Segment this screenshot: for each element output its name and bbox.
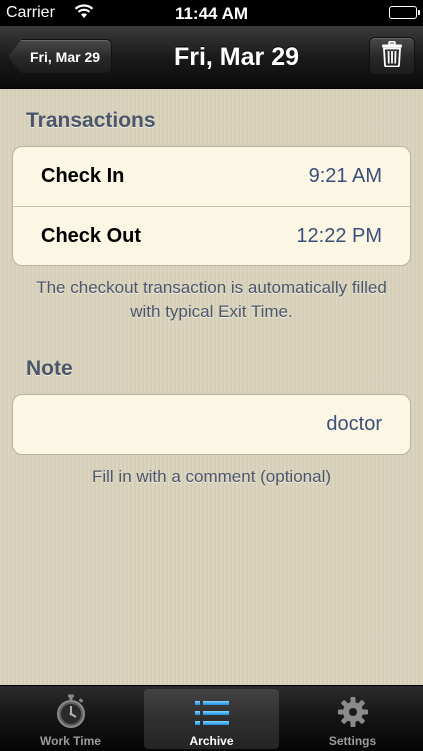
gear-icon xyxy=(337,696,369,731)
check-out-row[interactable]: Check Out 12:22 PM xyxy=(13,206,410,265)
list-icon xyxy=(194,698,230,731)
check-out-time: 12:22 PM xyxy=(296,225,382,248)
check-in-time: 9:21 AM xyxy=(309,165,382,188)
check-in-row[interactable]: Check In 9:21 AM xyxy=(13,147,410,206)
trash-icon xyxy=(381,41,403,72)
note-footer: Fill in with a comment (optional) xyxy=(20,465,403,489)
transactions-footer: The checkout transaction is automaticall… xyxy=(20,276,403,324)
status-time: 11:44 AM xyxy=(0,4,423,24)
status-bar: Carrier 11:44 AM xyxy=(0,0,423,26)
transactions-group: Check In 9:21 AM Check Out 12:22 PM xyxy=(12,146,411,266)
note-value: doctor xyxy=(326,413,382,436)
check-in-label: Check In xyxy=(41,165,124,188)
tab-work-time-label: Work Time xyxy=(40,734,101,748)
tab-bar: Work Time Archive xyxy=(0,685,423,751)
note-header: Note xyxy=(26,357,73,381)
detail-content: Transactions Check In 9:21 AM Check Out … xyxy=(0,89,423,685)
page-title: Fri, Mar 29 xyxy=(130,26,343,88)
tab-archive[interactable]: Archive xyxy=(141,686,282,751)
tab-settings[interactable]: Settings xyxy=(282,686,423,751)
check-out-label: Check Out xyxy=(41,225,141,248)
note-field[interactable]: doctor xyxy=(13,395,410,454)
tab-work-time[interactable]: Work Time xyxy=(0,686,141,751)
tab-settings-label: Settings xyxy=(329,734,376,748)
tab-archive-label: Archive xyxy=(189,734,233,748)
stopwatch-icon xyxy=(55,694,87,731)
navigation-bar: Fri, Mar 29 Fri, Mar 29 xyxy=(0,26,423,89)
delete-button[interactable] xyxy=(369,37,415,75)
note-group: doctor xyxy=(12,394,411,455)
back-button[interactable]: Fri, Mar 29 xyxy=(8,39,112,74)
battery-icon xyxy=(389,6,417,19)
transactions-header: Transactions xyxy=(26,109,156,133)
